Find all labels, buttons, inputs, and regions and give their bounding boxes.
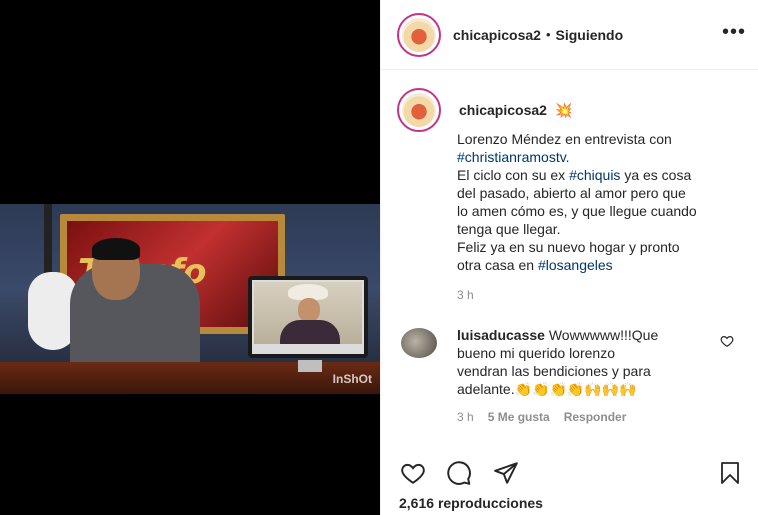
heart-icon[interactable] — [399, 460, 427, 486]
reply-button[interactable]: Responder — [564, 410, 627, 424]
comment-icon[interactable] — [445, 460, 473, 486]
collision-emoji: 💥 — [554, 101, 573, 118]
comment-likes[interactable]: 5 Me gusta — [488, 410, 550, 424]
following-button[interactable]: Siguiendo — [556, 27, 624, 43]
desk — [0, 362, 380, 394]
more-options-icon[interactable]: ••• — [722, 22, 746, 42]
post-side-panel: chicapicosa2 • Siguiendo ••• chicapicosa… — [380, 0, 758, 515]
caption-text: Lorenzo Méndez en entrevista con #christ… — [457, 131, 697, 273]
comment-timestamp[interactable]: 3 h — [457, 410, 474, 424]
comment-avatar[interactable] — [401, 328, 437, 358]
comment-username[interactable]: luisaducasse — [457, 327, 545, 343]
video-player[interactable]: Triunfo InShOt — [0, 204, 380, 394]
caption-username[interactable]: chicapicosa2 — [459, 102, 547, 118]
views-number: 2,616 — [399, 495, 435, 511]
comment-text: luisaducasse Wowwwww!!!Que bueno mi quer… — [457, 327, 659, 397]
hashtag-link[interactable]: #chiquis — [569, 167, 620, 183]
views-label: reproducciones — [437, 495, 543, 511]
caption-block: chicapicosa2 💥 Lorenzo Méndez en entrevi… — [397, 88, 742, 302]
post-header: chicapicosa2 • Siguiendo ••• — [381, 0, 758, 70]
view-count[interactable]: 2,616 reproducciones — [399, 495, 543, 511]
hashtag-link[interactable]: #losangeles — [538, 257, 613, 273]
caption-avatar[interactable] — [397, 88, 441, 132]
caption-timestamp[interactable]: 3 h — [457, 288, 742, 302]
separator-dot: • — [545, 27, 551, 42]
comment-meta: 3 h 5 Me gusta Responder — [457, 410, 742, 424]
avatar[interactable] — [397, 12, 441, 57]
header-username[interactable]: chicapicosa2 — [453, 27, 541, 43]
post-media[interactable]: Triunfo InShOt — [0, 0, 380, 515]
comment-item: luisaducasse Wowwwww!!!Que bueno mi quer… — [397, 326, 742, 424]
bookmark-icon[interactable] — [718, 460, 742, 486]
hashtag-link[interactable]: #christianramostv — [457, 149, 566, 165]
comment-like-icon[interactable] — [720, 334, 734, 348]
action-bar — [397, 456, 742, 490]
share-icon[interactable] — [493, 460, 519, 486]
video-watermark: InShOt — [332, 372, 372, 386]
